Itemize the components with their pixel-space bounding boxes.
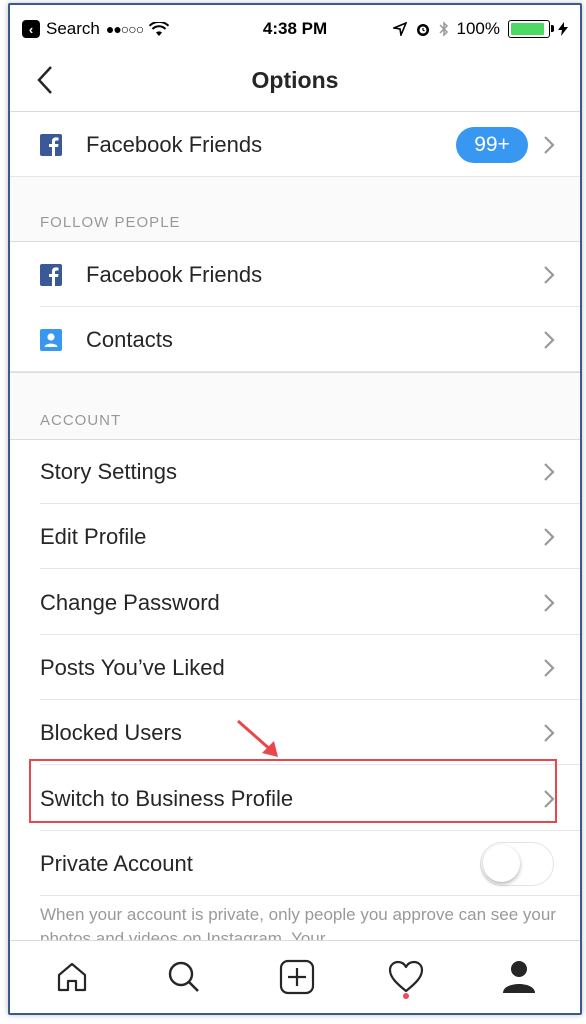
change-password-row[interactable]: Change Password xyxy=(10,570,580,635)
navigation-bar: Options xyxy=(10,53,580,112)
row-label: Switch to Business Profile xyxy=(40,785,294,811)
chevron-right-icon xyxy=(544,789,555,808)
follow-people-section-header: FOLLOW PEOPLE xyxy=(10,177,580,242)
chevron-right-icon xyxy=(544,527,555,546)
account-section-header: ACCOUNT xyxy=(10,372,580,440)
tab-bar xyxy=(10,940,580,1013)
row-label: Story Settings xyxy=(40,458,177,484)
activity-notification-dot xyxy=(403,993,409,999)
switch-business-profile-row[interactable]: Switch to Business Profile xyxy=(10,766,580,831)
chevron-right-icon xyxy=(544,135,555,154)
battery-percent: 100% xyxy=(456,19,500,38)
follow-facebook-friends-row[interactable]: Facebook Friends xyxy=(10,242,580,307)
bluetooth-icon xyxy=(438,21,448,37)
row-label: Posts You’ve Liked xyxy=(40,654,225,680)
story-settings-row[interactable]: Story Settings xyxy=(10,439,580,504)
blocked-users-row[interactable]: Blocked Users xyxy=(10,700,580,765)
chevron-right-icon xyxy=(544,658,555,677)
private-account-toggle[interactable] xyxy=(480,841,554,886)
facebook-friends-label: Facebook Friends xyxy=(86,131,263,157)
facebook-icon xyxy=(40,133,62,156)
account-heading: ACCOUNT xyxy=(40,412,122,429)
row-label: Change Password xyxy=(40,589,220,615)
contacts-icon xyxy=(40,328,62,351)
notification-badge: 99+ xyxy=(456,126,528,163)
facebook-friends-invite-row[interactable]: Facebook Friends 99+ xyxy=(10,112,580,177)
follow-contacts-row[interactable]: Contacts xyxy=(10,307,580,372)
tab-profile[interactable] xyxy=(497,955,541,999)
row-label: Contacts xyxy=(86,326,173,352)
alarm-icon xyxy=(416,24,429,36)
edit-profile-row[interactable]: Edit Profile xyxy=(10,504,580,569)
row-label: Blocked Users xyxy=(40,719,182,745)
page-title: Options xyxy=(251,67,339,93)
chevron-right-icon xyxy=(544,723,555,742)
battery-icon xyxy=(508,20,554,38)
row-label: Facebook Friends xyxy=(86,261,263,287)
posts-liked-row[interactable]: Posts You’ve Liked xyxy=(10,635,580,700)
facebook-icon xyxy=(40,263,62,286)
search-icon xyxy=(168,961,199,992)
status-bar: ‹ Search ●●○○○ 4:38 PM 100% xyxy=(10,5,580,53)
row-label: Edit Profile xyxy=(40,523,147,549)
private-account-label: Private Account xyxy=(40,850,193,876)
tab-home[interactable] xyxy=(50,955,94,999)
chevron-right-icon xyxy=(544,330,555,349)
private-account-row: Private Account xyxy=(10,831,580,896)
phone-screen: ‹ Search ●●○○○ 4:38 PM 100% Options Face… xyxy=(8,3,582,1015)
chevron-right-icon xyxy=(544,462,555,481)
chevron-right-icon xyxy=(544,265,555,284)
location-icon xyxy=(392,22,407,36)
home-icon xyxy=(57,962,87,992)
profile-icon xyxy=(503,961,535,993)
follow-people-heading: FOLLOW PEOPLE xyxy=(40,214,181,231)
tab-search[interactable] xyxy=(162,955,206,999)
activity-heart-icon xyxy=(388,960,424,993)
status-right: 100% xyxy=(392,19,568,39)
chevron-right-icon xyxy=(544,593,555,612)
toggle-knob xyxy=(483,844,520,882)
charging-icon xyxy=(558,22,568,36)
add-post-icon xyxy=(279,959,315,995)
tab-add-post[interactable] xyxy=(275,955,319,999)
annotation-arrow-icon xyxy=(237,719,278,757)
